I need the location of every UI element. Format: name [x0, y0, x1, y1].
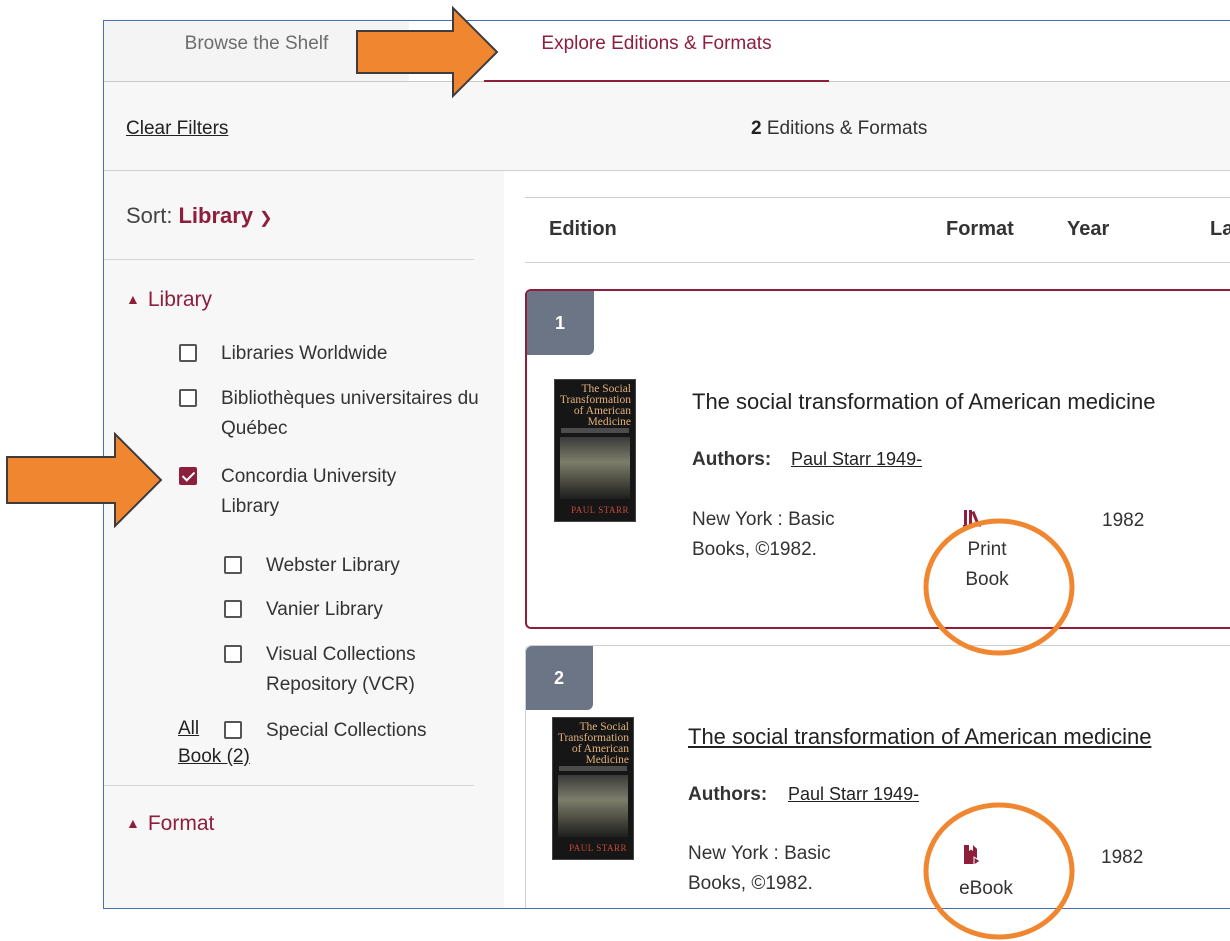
annotation-circle-print-book	[923, 518, 1075, 656]
checkbox-box[interactable]	[224, 600, 242, 618]
author-link[interactable]: Paul Starr 1949-	[788, 784, 919, 805]
publisher: New York : Basic Books, ©1982.	[692, 509, 835, 560]
result-year: 1982	[1102, 510, 1145, 531]
result-title-link[interactable]: The social transformation of American me…	[688, 724, 1151, 750]
annotation-circle-ebook	[923, 802, 1075, 940]
editions-count: 2 Editions & Formats	[751, 118, 927, 140]
cover-author: PAUL STARR	[571, 505, 629, 515]
divider	[104, 785, 474, 786]
col-language: La	[1210, 218, 1230, 240]
result-card[interactable]: 1 The Social Transformation of American …	[525, 289, 1230, 629]
checkbox-box[interactable]	[224, 721, 242, 739]
filter-sidebar: Sort: Library ❯ ▲ Library Libraries Worldwi…	[104, 171, 504, 908]
checkbox-label: Special Collections	[266, 720, 427, 741]
checkbox-label: Concordia University Library	[221, 466, 397, 517]
divider	[104, 259, 474, 260]
authors-label: Authors:	[688, 784, 768, 805]
book-cover[interactable]: The Social Transformation of American Me…	[552, 717, 634, 860]
result-title[interactable]: The social transformation of American me…	[692, 389, 1155, 415]
editions-panel: Browse the Shelf Explore Editions & Form…	[103, 20, 1230, 909]
format-section-toggle[interactable]: ▲ Format	[126, 812, 214, 836]
publisher: New York : Basic Books, ©1982.	[688, 843, 831, 894]
cover-subtitle	[559, 766, 627, 771]
checkbox-box[interactable]	[179, 389, 197, 407]
sort-control[interactable]: Sort: Library ❯	[126, 203, 272, 229]
author-link[interactable]: Paul Starr 1949-	[791, 449, 922, 470]
results-header: Edition Format Year La	[525, 197, 1230, 263]
count-number: 2	[751, 118, 762, 139]
cover-image	[560, 437, 630, 499]
book-cover[interactable]: The Social Transformation of American Me…	[554, 379, 636, 522]
chevron-up-icon: ▲	[126, 291, 140, 307]
cover-subtitle	[561, 428, 629, 433]
col-year: Year	[1067, 218, 1110, 240]
checkbox-box-checked[interactable]	[179, 467, 197, 485]
result-year: 1982	[1101, 847, 1144, 868]
result-number: 2	[526, 646, 593, 710]
cover-title: The Social Transformation of American Me…	[557, 721, 629, 766]
chevron-down-icon: ❯	[259, 210, 273, 227]
tab-bar: Browse the Shelf Explore Editions & Form…	[104, 21, 1230, 82]
result-card[interactable]: 2 The Social Transformation of American …	[525, 645, 1230, 908]
tab-explore-editions[interactable]: Explore Editions & Formats	[484, 21, 829, 82]
checkbox-box[interactable]	[224, 556, 242, 574]
format-all-link[interactable]: All	[178, 718, 199, 740]
col-format: Format	[946, 218, 1014, 240]
chevron-up-icon: ▲	[126, 815, 140, 831]
checkbox-label: Bibliothèques universitaires du Québec	[221, 388, 479, 439]
checkbox-box[interactable]	[179, 344, 197, 362]
authors-label: Authors:	[692, 449, 772, 470]
filter-bar: Clear Filters 2 Editions & Formats	[104, 82, 1230, 171]
sort-value[interactable]: Library	[178, 203, 253, 228]
checkbox-label: Visual Collections Repository (VCR)	[266, 644, 416, 695]
annotation-arrow-tab	[356, 5, 499, 99]
count-label: Editions & Formats	[761, 118, 928, 139]
sort-label: Sort:	[126, 203, 173, 228]
result-number: 1	[527, 291, 594, 355]
cover-image	[558, 775, 628, 837]
cover-author: PAUL STARR	[569, 843, 627, 853]
format-heading: Format	[147, 812, 215, 835]
annotation-arrow-checkbox	[6, 432, 163, 528]
clear-filters-link[interactable]: Clear Filters	[126, 118, 228, 140]
col-edition: Edition	[549, 218, 617, 240]
checkbox-label: Vanier Library	[266, 599, 383, 620]
library-heading: Library	[147, 288, 213, 311]
checkbox-label: Libraries Worldwide	[221, 343, 388, 364]
library-section-toggle[interactable]: ▲ Library	[126, 288, 212, 312]
checkbox-label: Webster Library	[266, 555, 400, 576]
format-book-link[interactable]: Book (2)	[178, 746, 250, 768]
checkbox-box[interactable]	[224, 645, 242, 663]
cover-title: The Social Transformation of American Me…	[559, 383, 631, 428]
